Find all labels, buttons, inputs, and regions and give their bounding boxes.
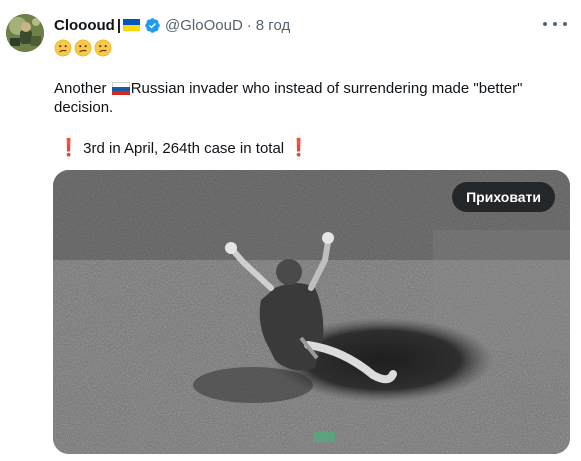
hide-media-button[interactable]: Приховати [452, 182, 555, 212]
confused-face-emoji [74, 39, 92, 57]
verified-badge-icon [145, 17, 160, 33]
author-name[interactable]: Cloooud [54, 17, 115, 34]
russia-flag-icon [111, 82, 130, 95]
confused-face-emoji [94, 39, 112, 57]
video-frame [53, 170, 570, 454]
tweet-header: Cloooud | @GloOouD · 8 год [54, 14, 290, 36]
text-before-flag: Another [54, 80, 111, 97]
avatar[interactable] [6, 14, 44, 52]
more-options-icon[interactable] [543, 14, 567, 34]
case-count-text: 3rd in April, 264th case in total [83, 140, 285, 157]
emoji-row [54, 39, 112, 57]
exclamation-icon: ❗ [288, 138, 310, 157]
tweet-text-line-3: ❗ 3rd in April, 264th case in total ❗ [54, 138, 313, 159]
name-separator: | [116, 16, 122, 34]
tweet-text-line-1: Another Russian invader who instead of s… [54, 79, 522, 99]
exclamation-icon: ❗ [58, 138, 80, 157]
confused-face-emoji [54, 39, 72, 57]
author-handle[interactable]: @GloOouD [165, 17, 243, 34]
separator-dot: · [246, 16, 252, 34]
text-after-flag: Russian invader who instead of surrender… [130, 80, 523, 97]
ukraine-flag-icon [123, 19, 141, 31]
timestamp[interactable]: 8 год [256, 17, 290, 34]
tweet: Cloooud | @GloOouD · 8 год Another Russi… [0, 0, 581, 461]
tweet-text-line-2: decision. [54, 99, 114, 116]
media-video[interactable]: Приховати [53, 170, 570, 454]
